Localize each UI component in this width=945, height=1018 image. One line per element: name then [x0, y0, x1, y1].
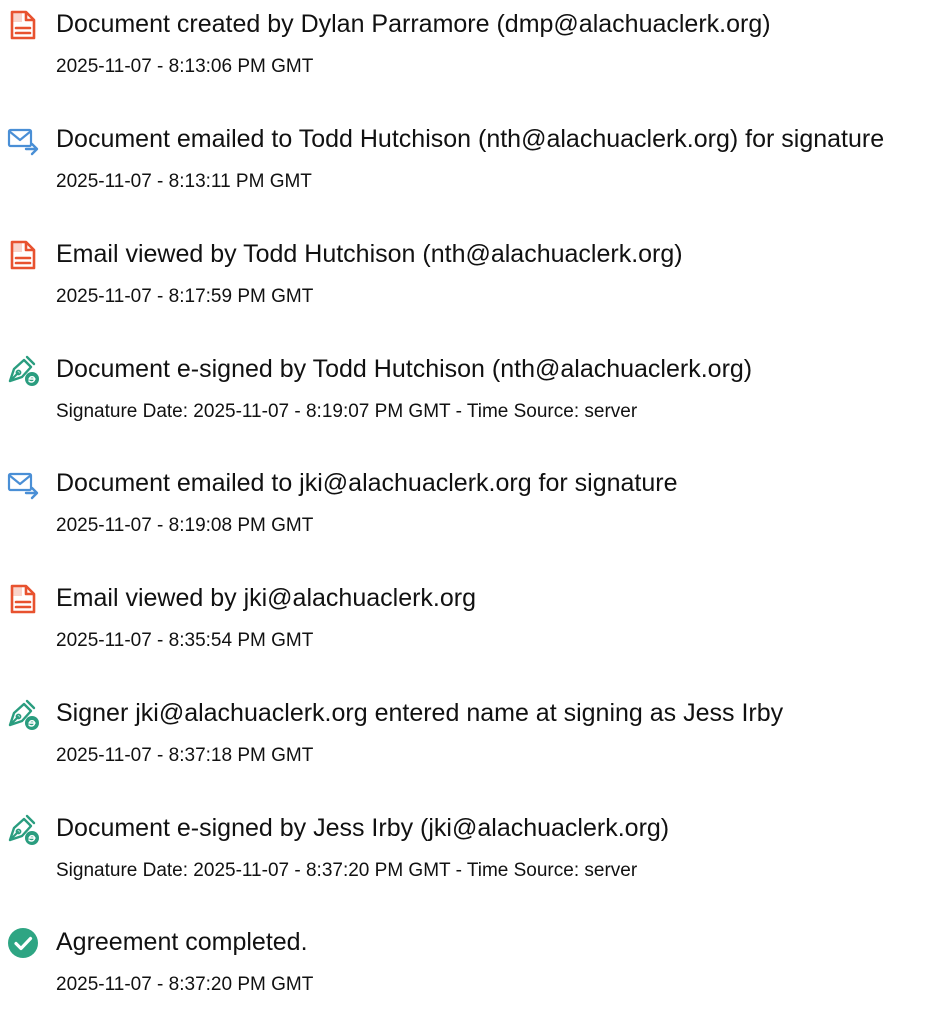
event-title: Document emailed to jki@alachuaclerk.org… — [56, 469, 678, 497]
event-title: Email viewed by Todd Hutchison (nth@alac… — [56, 240, 683, 268]
document-emailed-icon — [6, 467, 40, 501]
history-event: Document created by Dylan Parramore (dmp… — [0, 0, 945, 100]
event-timestamp: 2025-11-07 - 8:13:06 PM GMT — [56, 56, 314, 77]
event-title: Agreement completed. — [56, 928, 308, 956]
event-timestamp: Signature Date: 2025-11-07 - 8:37:20 PM … — [56, 860, 638, 881]
event-timestamp: Signature Date: 2025-11-07 - 8:19:07 PM … — [56, 401, 638, 422]
history-event: Document e-signed by Jess Irby (jki@alac… — [0, 804, 945, 904]
agreement-completed-icon — [6, 926, 40, 960]
history-event: Document emailed to jki@alachuaclerk.org… — [0, 459, 945, 559]
event-timestamp: 2025-11-07 - 8:17:59 PM GMT — [56, 286, 314, 307]
history-event: Signer jki@alachuaclerk.org entered name… — [0, 689, 945, 789]
email-viewed-icon — [6, 238, 40, 272]
history-event: Document e-signed by Todd Hutchison (nth… — [0, 345, 945, 445]
event-timestamp: 2025-11-07 - 8:37:20 PM GMT — [56, 974, 314, 995]
event-title: Email viewed by jki@alachuaclerk.org — [56, 584, 476, 612]
history-event: Email viewed by jki@alachuaclerk.org 202… — [0, 574, 945, 674]
e-signed-icon — [6, 353, 40, 387]
history-event: Agreement completed. 2025-11-07 - 8:37:2… — [0, 918, 945, 1018]
event-title: Document e-signed by Jess Irby (jki@alac… — [56, 814, 670, 842]
event-title: Document emailed to Todd Hutchison (nth@… — [56, 125, 885, 153]
e-signed-icon — [6, 697, 40, 731]
document-created-icon — [6, 8, 40, 42]
event-title: Document created by Dylan Parramore (dmp… — [56, 10, 771, 38]
event-timestamp: 2025-11-07 - 8:37:18 PM GMT — [56, 745, 314, 766]
event-title: Signer jki@alachuaclerk.org entered name… — [56, 699, 784, 727]
event-timestamp: 2025-11-07 - 8:35:54 PM GMT — [56, 630, 314, 651]
document-emailed-icon — [6, 123, 40, 157]
e-signed-icon — [6, 812, 40, 846]
email-viewed-icon — [6, 582, 40, 616]
history-event: Document emailed to Todd Hutchison (nth@… — [0, 115, 945, 215]
history-event: Email viewed by Todd Hutchison (nth@alac… — [0, 230, 945, 330]
event-timestamp: 2025-11-07 - 8:13:11 PM GMT — [56, 171, 312, 192]
event-timestamp: 2025-11-07 - 8:19:08 PM GMT — [56, 515, 314, 536]
event-title: Document e-signed by Todd Hutchison (nth… — [56, 355, 753, 383]
